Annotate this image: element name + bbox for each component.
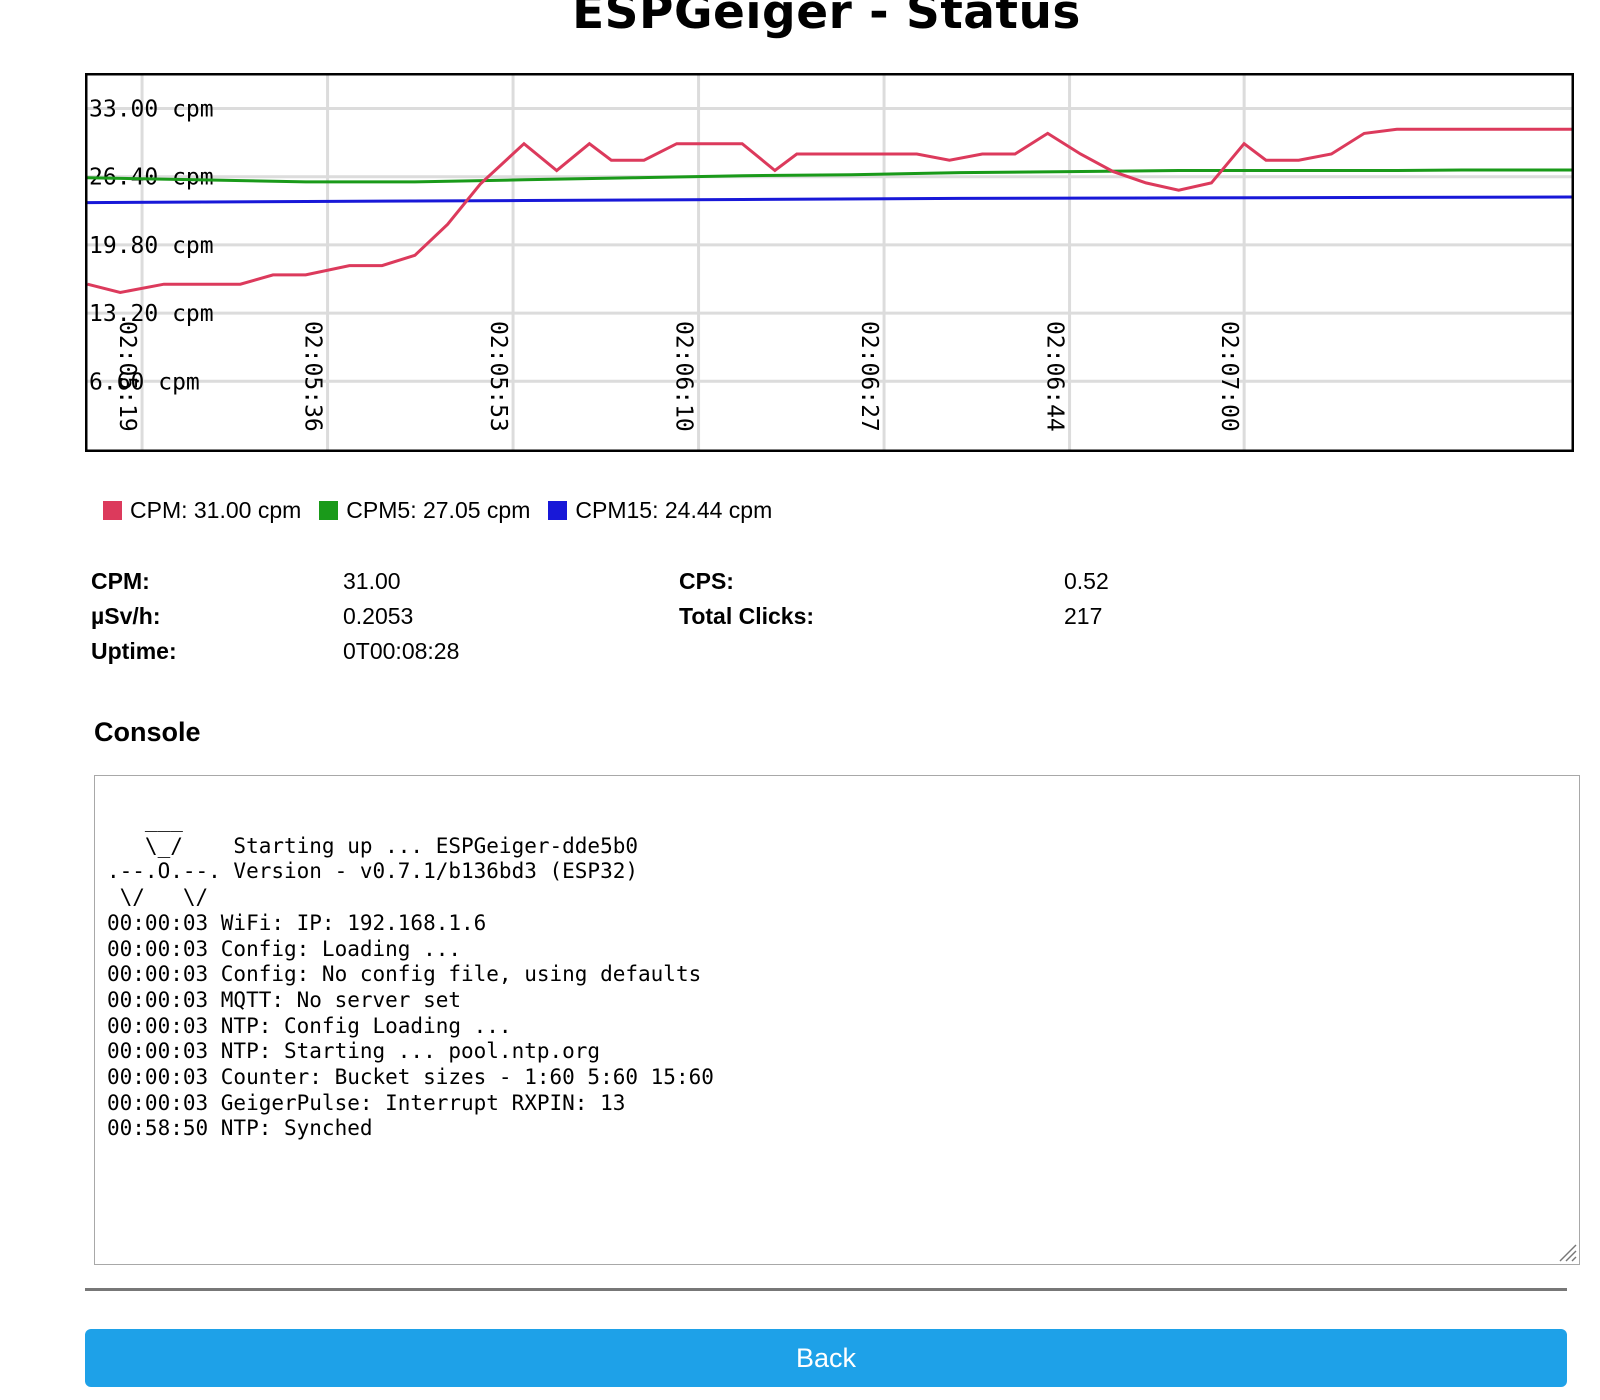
back-button[interactable]: Back <box>85 1329 1567 1387</box>
x-tick-label-4: 02:06:27 <box>856 321 882 432</box>
y-tick-label-0: 33.00 cpm <box>89 97 214 123</box>
cpm-chart-svg: 02:05:19 02:05:36 02:05:53 02:06:10 02:06:27… <box>85 73 1574 452</box>
legend-label-cpm: CPM: 31.00 cpm <box>130 497 302 523</box>
x-tick-label-1: 02:05:36 <box>300 321 326 432</box>
page-title: ESPGeiger - Status <box>572 0 1081 40</box>
x-tick-label-5: 02:06:44 <box>1042 321 1068 432</box>
total-clicks-label: Total Clicks: <box>679 603 815 629</box>
legend-swatch-cpm5 <box>319 500 339 520</box>
y-tick-label-3: 13.20 cpm <box>89 301 214 327</box>
cpm-chart: 02:05:19 02:05:36 02:05:53 02:06:10 02:06:27… <box>85 73 1574 452</box>
legend-item-cpm15: CPM15: 24.44 cpm <box>548 495 772 525</box>
x-tick-label-3: 02:06:10 <box>671 321 697 432</box>
uptime-value: 0T00:08:28 <box>343 638 460 664</box>
legend-label-cpm15: CPM15: 24.44 cpm <box>575 497 773 523</box>
legend-item-cpm: CPM: 31.00 cpm <box>103 495 301 525</box>
usvh-label: µSv/h: <box>91 603 161 629</box>
usvh-value: 0.2053 <box>343 603 414 629</box>
resize-grip-icon[interactable] <box>1555 1240 1577 1262</box>
console-textarea[interactable]: ___ \_/ Starting up ... ESPGeiger-dde5b0… <box>94 775 1580 1265</box>
cps-label: CPS: <box>679 568 734 594</box>
y-tick-label-4: 6.60 cpm <box>89 369 200 395</box>
x-tick-label-2: 02:05:53 <box>485 321 511 432</box>
legend-swatch-cpm <box>103 500 122 520</box>
y-tick-label-2: 19.80 cpm <box>89 233 214 259</box>
cps-value: 0.52 <box>1064 568 1109 594</box>
console-heading: Console <box>94 717 201 747</box>
total-clicks-value: 217 <box>1064 603 1103 629</box>
chart-legend: CPM: 31.00 cpm CPM5: 27.05 cpm CPM15: 24… <box>103 495 772 525</box>
legend-label-cpm5: CPM5: 27.05 cpm <box>346 497 531 523</box>
console-log: ___ \_/ Starting up ... ESPGeiger-dde5b0… <box>107 808 714 1141</box>
cpm-label: CPM: <box>91 568 150 594</box>
legend-swatch-cpm15 <box>548 500 568 520</box>
status-page: ESPGeiger - Status 02:05:19 02:05:36 02:05… <box>0 0 1600 1400</box>
legend-item-cpm5: CPM5: 27.05 cpm <box>319 495 530 525</box>
divider <box>85 1288 1567 1291</box>
uptime-label: Uptime: <box>91 638 177 664</box>
cpm-value: 31.00 <box>343 568 401 594</box>
x-tick-label-6: 02:07:00 <box>1216 321 1242 432</box>
